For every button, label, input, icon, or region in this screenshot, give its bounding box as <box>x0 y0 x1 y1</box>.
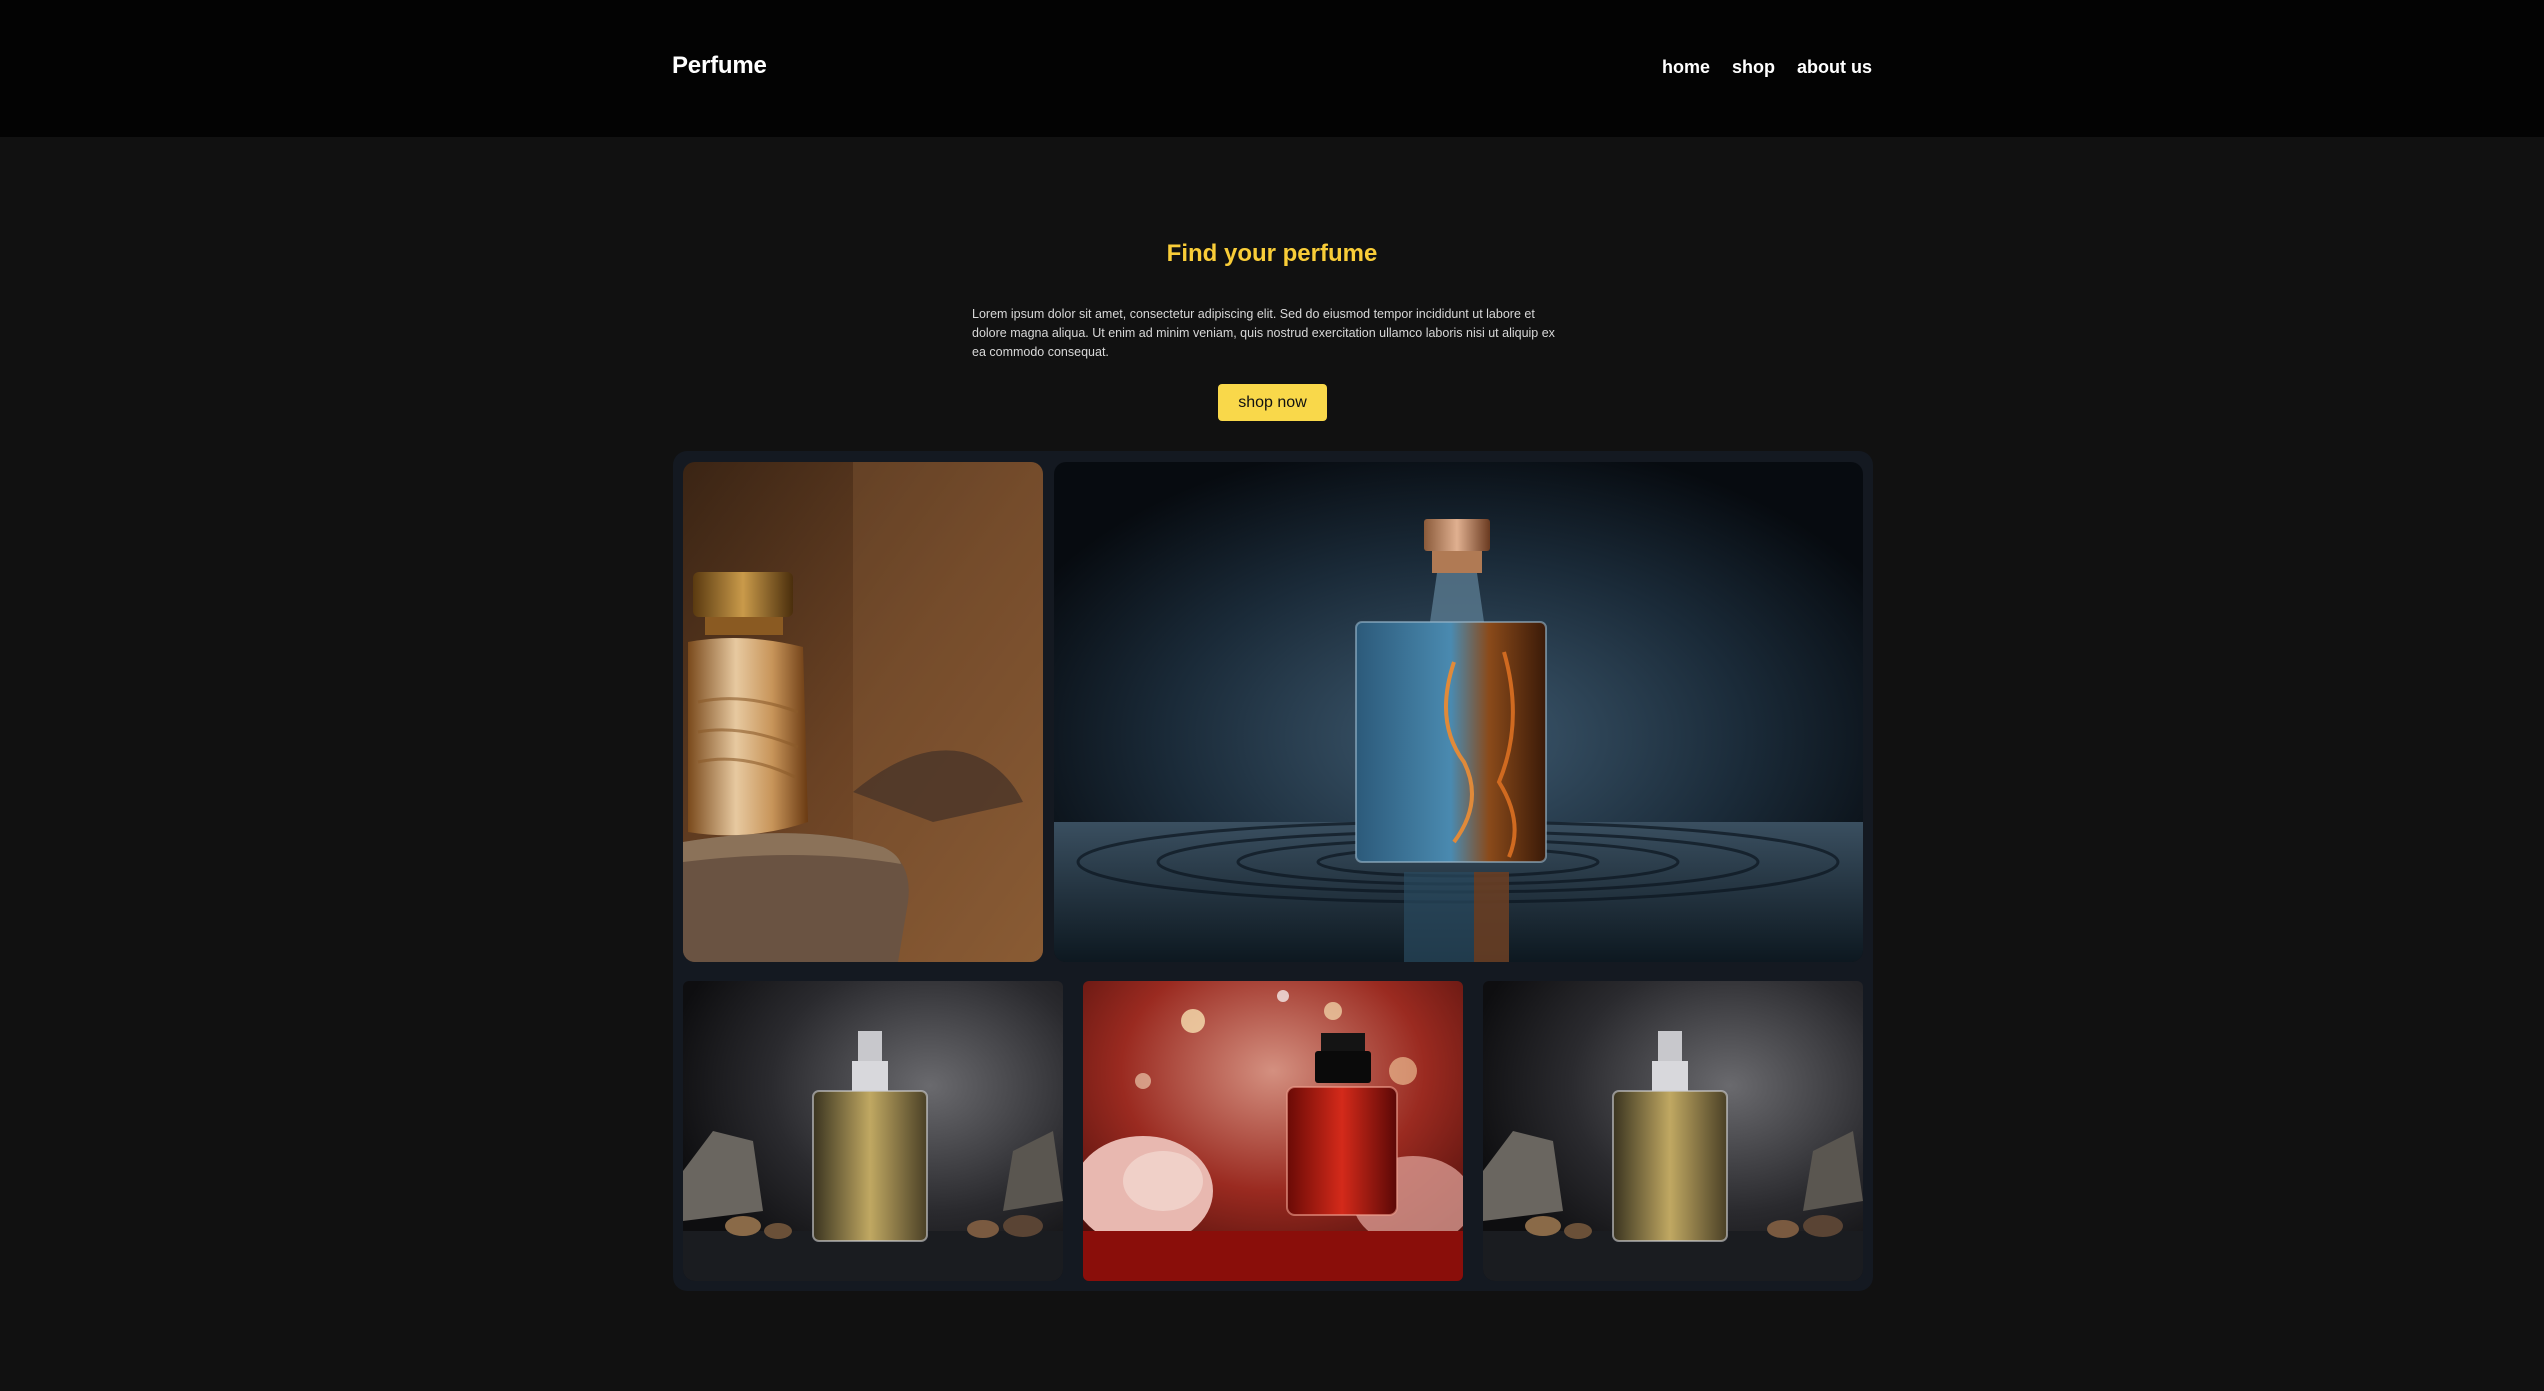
navbar: Perfume home shop about us <box>0 0 2544 137</box>
hero-title: Find your perfume <box>1166 240 1378 267</box>
brand-logo[interactable]: Perfume <box>672 52 767 80</box>
hero-description: Lorem ipsum dolor sit amet, consectetur … <box>972 307 1555 359</box>
nav-link-shop[interactable]: shop <box>1732 57 1775 78</box>
image-gallery <box>673 451 1873 1291</box>
nav-link-home[interactable]: home <box>1662 57 1710 78</box>
gallery-image-gold-bottle[interactable] <box>683 981 1063 1281</box>
nav-link-about-us[interactable]: about us <box>1797 57 1872 78</box>
gallery-image-red-bottle[interactable] <box>1083 981 1463 1281</box>
gallery-image-amber-bottle[interactable] <box>683 462 1043 962</box>
nav-links: home shop about us <box>1662 57 1872 78</box>
gallery-image-gold-bottle-2[interactable] <box>1483 981 1863 1281</box>
gallery-image-blue-bottle[interactable] <box>1054 462 1863 962</box>
shop-now-button[interactable]: shop now <box>1218 384 1327 421</box>
